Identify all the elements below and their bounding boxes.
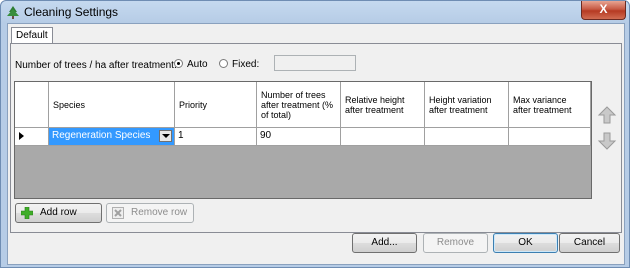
fixed-trees-input[interactable] — [274, 55, 356, 71]
plus-icon — [21, 207, 33, 219]
trees-per-ha-label: Number of trees / ha after treatment: — [15, 60, 177, 71]
row-indicator[interactable] — [15, 128, 49, 146]
row-header-corner — [15, 82, 49, 128]
max-variance-cell[interactable] — [509, 128, 591, 146]
remove-row-button[interactable]: Remove row — [106, 203, 194, 223]
tree-app-icon — [7, 6, 19, 19]
height-variation-cell[interactable] — [425, 128, 509, 146]
auto-radio[interactable] — [174, 59, 183, 68]
trees-pct-cell[interactable]: 90 — [257, 128, 341, 146]
column-header-relative-height[interactable]: Relative height after treatment — [341, 82, 425, 128]
species-grid[interactable]: Species Priority Number of trees after t… — [14, 81, 592, 199]
species-dropdown-icon[interactable] — [159, 130, 172, 142]
column-header-trees-pct[interactable]: Number of trees after treatment (% of to… — [257, 82, 341, 128]
add-row-label: Add row — [40, 207, 77, 218]
column-header-priority[interactable]: Priority — [175, 82, 257, 128]
species-cell[interactable]: Regeneration Species — [49, 128, 175, 146]
move-up-arrow-icon[interactable] — [597, 105, 617, 125]
remove-button[interactable]: Remove — [423, 233, 488, 253]
add-row-button[interactable]: Add row — [15, 203, 102, 223]
column-header-height-variation[interactable]: Height variation after treatment — [425, 82, 509, 128]
remove-row-label: Remove row — [131, 207, 188, 218]
add-button[interactable]: Add... — [352, 233, 417, 253]
dialog-client: Default Number of trees / ha after treat… — [7, 23, 625, 265]
column-header-max-variance[interactable]: Max variance after treatment — [509, 82, 591, 128]
fixed-radio[interactable] — [219, 59, 228, 68]
remove-x-icon — [112, 207, 124, 219]
auto-radio-label: Auto — [187, 59, 208, 70]
priority-cell[interactable]: 1 — [175, 128, 257, 146]
move-down-arrow-icon[interactable] — [597, 131, 617, 151]
column-header-species[interactable]: Species — [49, 82, 175, 128]
cleaning-settings-window: Cleaning Settings X Default Number of tr… — [0, 0, 630, 268]
title-bar[interactable]: Cleaning Settings X — [1, 1, 629, 23]
ok-button[interactable]: OK — [493, 233, 558, 253]
close-button[interactable]: X — [581, 1, 626, 20]
cancel-button[interactable]: Cancel — [559, 233, 620, 253]
tab-panel-default: Number of trees / ha after treatment: Au… — [10, 43, 622, 233]
window-title: Cleaning Settings — [24, 5, 119, 19]
relative-height-cell[interactable] — [341, 128, 425, 146]
species-value: Regeneration Species — [52, 130, 151, 141]
tab-default[interactable]: Default — [11, 27, 53, 44]
fixed-radio-label: Fixed: — [232, 59, 260, 70]
close-icon: X — [599, 2, 608, 16]
